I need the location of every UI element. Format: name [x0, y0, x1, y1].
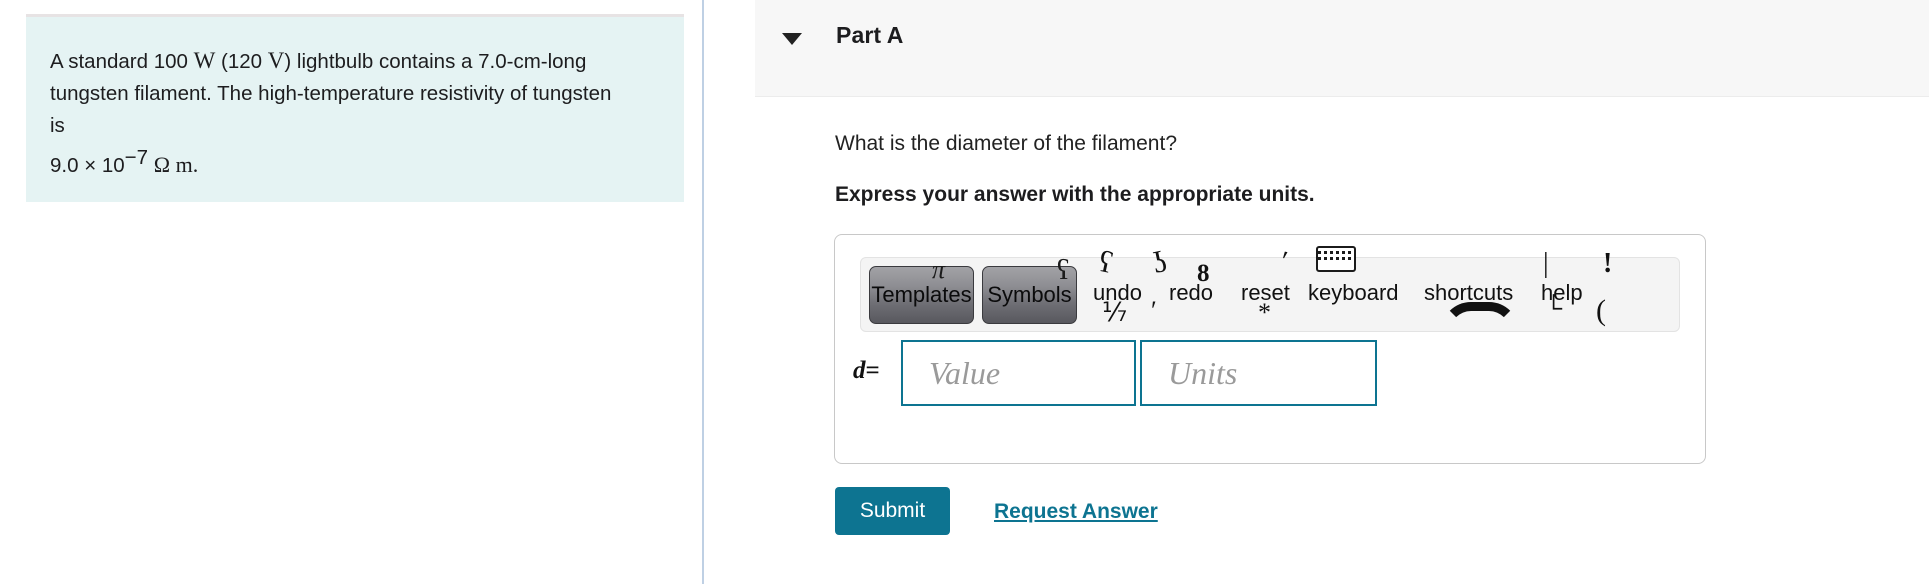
answer-pane: Part A What is the diameter of the filam… — [704, 0, 1929, 584]
keyboard-button[interactable]: keyboard — [1308, 280, 1399, 306]
resistivity-units: Ω m. — [153, 151, 199, 177]
part-title: Part A — [836, 22, 904, 48]
exclamation-icon: ! — [1603, 248, 1613, 279]
bar-icon: | — [1543, 248, 1549, 279]
symbols-button-label: Symbols — [987, 282, 1072, 307]
units-input[interactable] — [1142, 342, 1375, 404]
math-toolbar: π Templates ʕ Symbols ʕ ʖ ⅐ ′ 8 ′ * | ! … — [860, 245, 1680, 332]
symbols-button[interactable]: ʕ Symbols — [982, 255, 1077, 324]
undo-arrow-icon: ʕ — [1095, 244, 1116, 281]
problem-statement-box: A standard 100 W (120 V) lightbulb conta… — [26, 14, 684, 202]
resistivity-mantissa: 9.0 × 10 — [50, 153, 125, 177]
paren-icon: ( — [1596, 294, 1606, 327]
units-input-wrapper[interactable] — [1140, 340, 1377, 406]
reset-button[interactable]: reset — [1241, 280, 1290, 306]
help-button[interactable]: help — [1541, 280, 1583, 306]
unit-volt: V — [267, 48, 285, 73]
templates-button-label: Templates — [871, 282, 972, 307]
problem-pane: A standard 100 W (120 V) lightbulb conta… — [0, 0, 702, 584]
redo-button[interactable]: redo — [1169, 280, 1213, 306]
undo-button[interactable]: undo — [1093, 280, 1142, 306]
variable-name: d — [853, 357, 866, 384]
problem-text-part1: A standard 100 — [50, 50, 194, 73]
reset-prime-icon: ′ — [1278, 245, 1290, 278]
instruction-text: Express your answer with the appropriate… — [835, 183, 1315, 206]
redo-arrow-icon: ʖ — [1149, 244, 1170, 281]
value-input[interactable] — [903, 342, 1134, 404]
caret-down-icon[interactable] — [782, 33, 802, 45]
submit-button[interactable]: Submit — [835, 487, 950, 535]
part-header[interactable]: Part A — [755, 0, 1929, 97]
prime-icon: ′ — [1151, 296, 1157, 325]
unit-watt: W — [193, 48, 216, 73]
problem-text-part2: (120 — [215, 50, 268, 73]
answer-input-card: π Templates ʕ Symbols ʕ ʖ ⅐ ′ 8 ′ * | ! … — [834, 234, 1706, 464]
question-text: What is the diameter of the filament? — [835, 132, 1177, 155]
variable-equals-label: d= — [853, 357, 880, 385]
resistivity-exponent: −7 — [124, 146, 149, 169]
shortcuts-button[interactable]: shortcuts — [1424, 280, 1513, 306]
pi-icon: π — [932, 255, 946, 284]
arc-icon — [1441, 302, 1519, 341]
problem-statement-text: A standard 100 W (120 V) lightbulb conta… — [50, 45, 630, 182]
equals-sign: = — [865, 357, 880, 384]
request-answer-link[interactable]: Request Answer — [994, 500, 1158, 524]
value-input-wrapper[interactable] — [901, 340, 1136, 406]
templates-button[interactable]: π Templates — [869, 255, 974, 324]
keyboard-icon — [1316, 246, 1356, 272]
